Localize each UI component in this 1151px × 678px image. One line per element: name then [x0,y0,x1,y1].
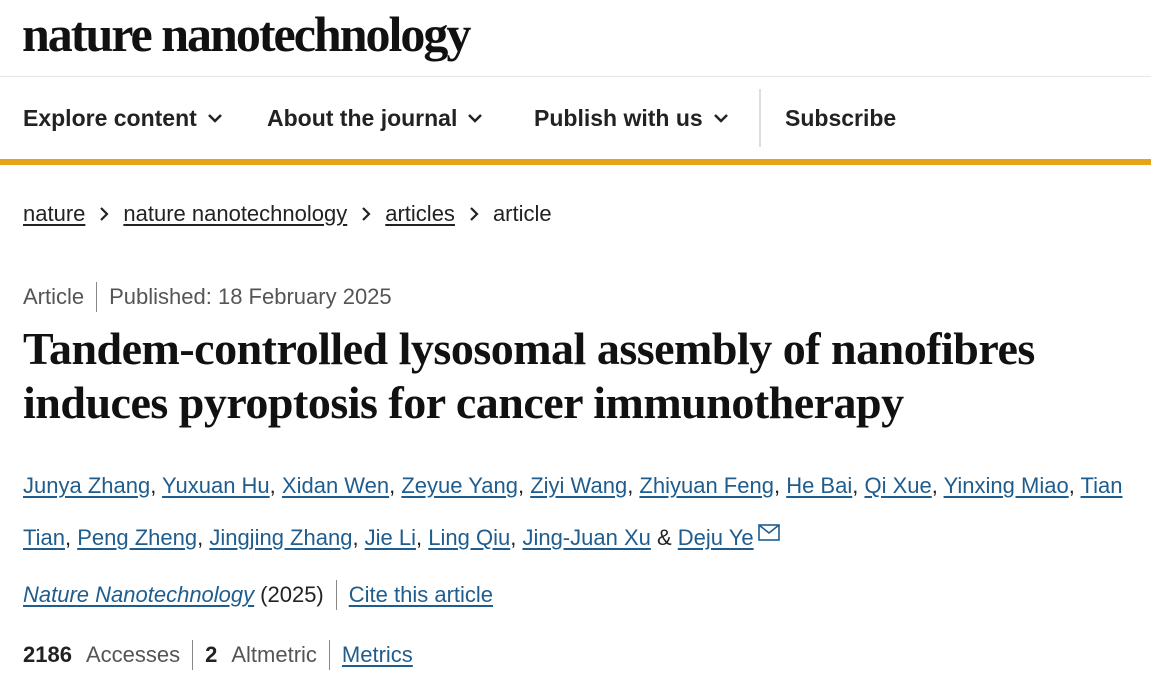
journal-logo[interactable]: nature nanotechnology [22,4,471,64]
citation-line: Nature Nanotechnology (2025) Cite this a… [23,580,493,610]
author-separator: , [269,473,282,498]
author-link[interactable]: Zeyue Yang [401,473,518,498]
nav-about-journal[interactable]: About the journal [267,77,483,159]
metrics-divider [328,640,330,670]
chevron-right-icon [99,206,109,222]
author-separator: , [64,525,78,550]
nav-item-label: About the journal [267,104,458,131]
author-link[interactable]: Jingjing Zhang [209,525,352,550]
author-link[interactable]: Jie Li [365,525,416,550]
author-separator: , [416,525,429,550]
nav-item-label: Publish with us [534,104,703,131]
author-separator: , [352,525,365,550]
author-separator: , [197,525,210,550]
author-separator: , [150,473,163,498]
author-separator: , [1068,473,1081,498]
journal-link[interactable]: Nature Nanotechnology [23,582,254,608]
chevron-down-icon [713,113,729,123]
publish-date: Published: 18 February 2025 [109,284,392,309]
author-link[interactable]: Yuxuan Hu [162,473,270,498]
article-meta: Article Published: 18 February 2025 [23,282,392,312]
nav-publish-with-us[interactable]: Publish with us [534,77,729,159]
altmetric-count: 2 [205,642,218,667]
meta-divider [96,282,98,312]
author-separator: , [773,473,787,498]
article-metrics: 2186 Accesses 2 Altmetric Metrics [23,640,413,670]
nav-divider [759,89,761,147]
article-title: Tandem-controlled lysosomal assembly of … [23,323,1035,428]
cite-article-link[interactable]: Cite this article [349,582,493,608]
author-link[interactable]: Jing-Juan Xu [522,525,650,550]
accesses-count: 2186 [23,642,72,667]
breadcrumb-articles[interactable]: articles [385,201,455,227]
author-link[interactable]: Zhiyuan Feng [639,473,774,498]
author-separator: , [852,473,865,498]
author-separator: , [510,525,523,550]
nav-explore-content[interactable]: Explore content [23,77,223,159]
author-separator: , [517,473,531,498]
author-link[interactable]: He Bai [786,473,852,498]
metrics-link[interactable]: Metrics [342,642,413,668]
chevron-right-icon [361,206,371,222]
chevron-right-icon [469,206,479,222]
author-separator: , [389,473,402,498]
author-separator: , [931,473,944,498]
author-separator: , [627,473,640,498]
cite-divider [335,580,337,610]
subscribe-link[interactable]: Subscribe [785,77,896,159]
breadcrumb-nature-nanotechnology[interactable]: nature nanotechnology [123,201,347,227]
author-link[interactable]: Peng Zheng [77,525,197,550]
author-list: Junya Zhang, Yuxuan Hu, Xidan Wen, Zeyue… [23,462,1138,562]
author-link[interactable]: Ziyi Wang [530,473,627,498]
author-link[interactable]: Qi Xue [864,473,931,498]
author-conjunction: & [650,525,678,550]
altmetric-label: Altmetric [231,642,317,667]
site-header: nature nanotechnology [0,0,1151,77]
author-link[interactable]: Junya Zhang [23,473,150,498]
metrics-divider [192,640,194,670]
author-link[interactable]: Deju Ye [678,525,754,550]
accesses-label: Accesses [85,642,181,667]
article-type: Article [23,284,85,309]
breadcrumb-nature[interactable]: nature [23,201,85,227]
author-link[interactable]: Yinxing Miao [944,473,1069,498]
main-nav: Explore content About the journal Publis… [0,77,1151,165]
breadcrumb: nature nature nanotechnology articles ar… [23,198,552,230]
nav-item-label: Explore content [23,104,197,131]
breadcrumb-current: article [492,201,552,226]
chevron-down-icon [467,113,483,123]
publication-year: (2025) [260,582,324,607]
chevron-down-icon [207,113,223,123]
author-link[interactable]: Ling Qiu [428,525,510,550]
mail-icon[interactable] [757,510,780,558]
author-link[interactable]: Xidan Wen [282,473,389,498]
